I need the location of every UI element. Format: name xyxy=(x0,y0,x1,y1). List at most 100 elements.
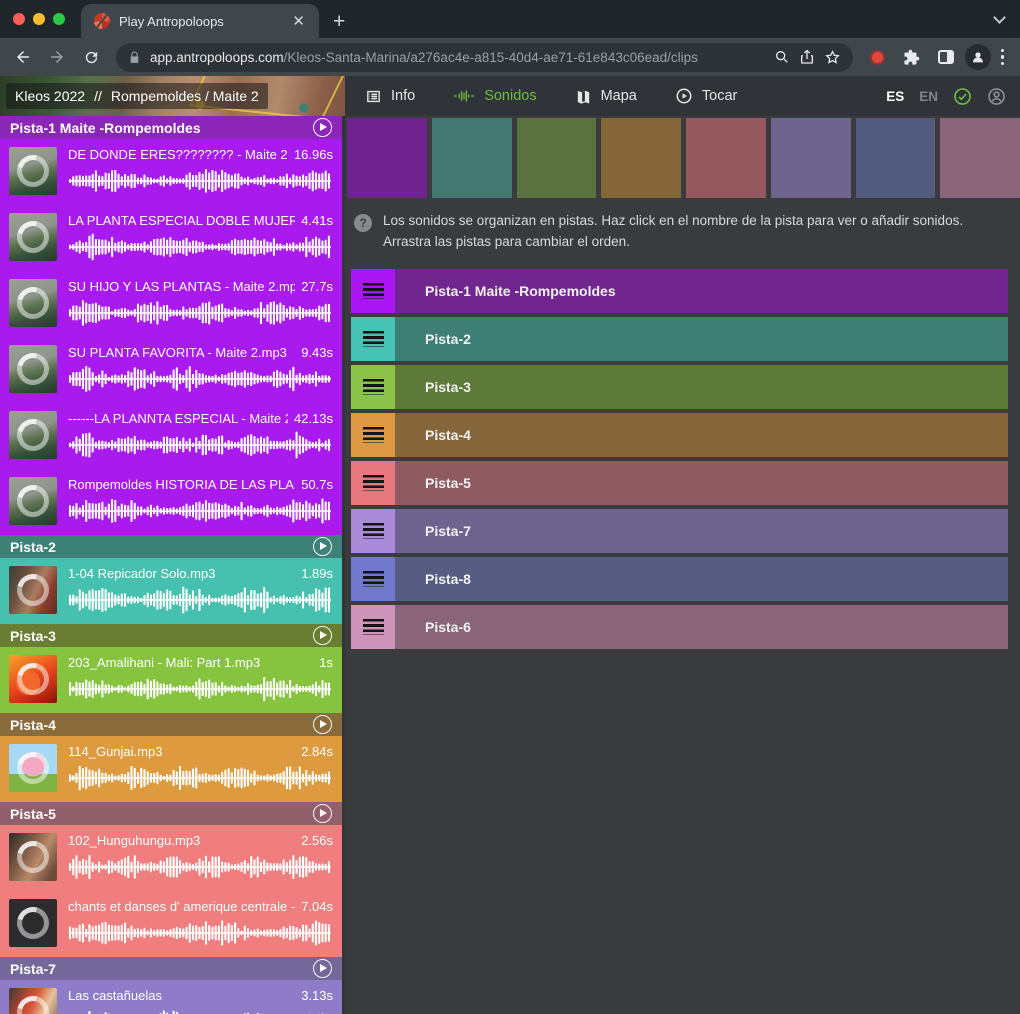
share-icon[interactable] xyxy=(799,49,815,65)
breadcrumb[interactable]: Kleos 2022 // Rompemoldes / Maite 2 xyxy=(6,83,268,109)
browser-profile-avatar[interactable] xyxy=(965,44,991,70)
track-play-button[interactable] xyxy=(313,118,332,137)
track-row[interactable]: Pista-4 xyxy=(351,413,1008,457)
track-drag-handle[interactable] xyxy=(351,317,395,361)
track-row[interactable]: Pista-5 xyxy=(351,461,1008,505)
back-arrow-icon xyxy=(14,48,32,66)
track-play-button[interactable] xyxy=(313,626,332,645)
bookmark-star-icon[interactable] xyxy=(824,49,841,66)
track-header[interactable]: Pista-7 xyxy=(0,957,342,980)
lang-en-button[interactable]: EN xyxy=(919,89,938,104)
audio-clip[interactable]: ------LA PLANNTA ESPECIAL - Maite 2.mp3 … xyxy=(0,403,342,469)
track-play-button[interactable] xyxy=(313,537,332,556)
nav-label-sonidos: Sonidos xyxy=(484,88,536,104)
reload-button[interactable] xyxy=(76,42,106,72)
track-header[interactable]: Pista-5 xyxy=(0,802,342,825)
track-drag-handle[interactable] xyxy=(351,269,395,313)
track-play-button[interactable] xyxy=(313,715,332,734)
sidebar-track: Pista-1 Maite -Rompemoldes DE DONDE ERES… xyxy=(0,116,342,535)
audio-clip[interactable]: 203_Amalihani - Mali: Part 1.mp3 1s xyxy=(0,647,342,713)
nav-item-tocar[interactable]: Tocar xyxy=(675,87,737,105)
browser-menu-button[interactable] xyxy=(995,49,1011,66)
tab-search-chevron-icon[interactable] xyxy=(993,11,1006,24)
lang-es-button[interactable]: ES xyxy=(886,89,904,104)
track-row-bar[interactable]: Pista-1 Maite -Rompemoldes xyxy=(395,269,1008,313)
track-color-swatch xyxy=(940,118,1020,198)
nav-item-mapa[interactable]: Mapa xyxy=(575,88,637,105)
track-row[interactable]: Pista-6 xyxy=(351,605,1008,649)
track-row[interactable]: Pista-3 xyxy=(351,365,1008,409)
track-row-bar[interactable]: Pista-2 xyxy=(395,317,1008,361)
audio-clip[interactable]: SU HIJO Y LAS PLANTAS - Maite 2.mp3 27.7… xyxy=(0,271,342,337)
audio-clip[interactable]: SU PLANTA FAVORITA - Maite 2.mp3 9.43s xyxy=(0,337,342,403)
track-row[interactable]: Pista-8 xyxy=(351,557,1008,601)
track-header[interactable]: Pista-3 xyxy=(0,624,342,647)
clip-waveform xyxy=(68,763,333,793)
track-name: Pista-2 xyxy=(10,539,56,555)
track-drag-handle[interactable] xyxy=(351,605,395,649)
track-drag-handle[interactable] xyxy=(351,557,395,601)
track-row-bar[interactable]: Pista-3 xyxy=(395,365,1008,409)
tab-title: Play Antropoloops xyxy=(119,14,279,29)
clip-thumbnail xyxy=(9,147,57,195)
track-header[interactable]: Pista-1 Maite -Rompemoldes xyxy=(0,116,342,139)
record-extension-button[interactable] xyxy=(863,42,893,72)
track-drag-handle[interactable] xyxy=(351,413,395,457)
track-header[interactable]: Pista-4 xyxy=(0,713,342,736)
track-play-button[interactable] xyxy=(313,959,332,978)
clip-waveform xyxy=(68,232,333,262)
nav-label-mapa: Mapa xyxy=(601,88,637,104)
breadcrumb-session[interactable]: Rompemoldes / Maite 2 xyxy=(111,88,259,104)
forward-button[interactable] xyxy=(42,42,72,72)
audio-clip[interactable]: chants et danses d' amerique centrale - … xyxy=(0,891,342,957)
browser-tab[interactable]: Play Antropoloops ✕ xyxy=(81,4,319,38)
app-header: Kleos 2022 // Rompemoldes / Maite 2 Info… xyxy=(0,76,1020,116)
audio-clip[interactable]: 114_Gunjai.mp3 2.84s xyxy=(0,736,342,802)
clip-duration: 4.41s xyxy=(301,213,333,229)
zoom-search-icon[interactable] xyxy=(774,49,790,65)
url-path: /Kleos-Santa-Marina/a276ac4e-a815-40d4-a… xyxy=(284,50,698,65)
breadcrumb-project[interactable]: Kleos 2022 xyxy=(15,88,85,104)
track-header[interactable]: Pista-2 xyxy=(0,535,342,558)
audio-clip[interactable]: LA PLANTA ESPECIAL DOBLE MUJER - Mai... … xyxy=(0,205,342,271)
app-nav: Info Sonidos Mapa Tocar xyxy=(345,76,886,116)
tab-close-icon[interactable]: ✕ xyxy=(288,12,309,31)
side-panel-button[interactable] xyxy=(931,42,961,72)
audio-clip[interactable]: 102_Hunguhungu.mp3 2.56s xyxy=(0,825,342,891)
track-row-bar[interactable]: Pista-7 xyxy=(395,509,1008,553)
back-button[interactable] xyxy=(8,42,38,72)
track-row-bar[interactable]: Pista-5 xyxy=(395,461,1008,505)
audio-clip[interactable]: 1-04 Repicador Solo.mp3 1.89s xyxy=(0,558,342,624)
track-drag-handle[interactable] xyxy=(351,461,395,505)
track-row-name: Pista-7 xyxy=(425,523,471,539)
new-tab-button[interactable]: + xyxy=(333,11,345,32)
clip-title: Las castañuelas xyxy=(68,988,162,1004)
clip-title: 102_Hunguhungu.mp3 xyxy=(68,833,200,849)
sync-check-icon[interactable] xyxy=(953,87,972,106)
track-row-bar[interactable]: Pista-8 xyxy=(395,557,1008,601)
minimize-window-button[interactable] xyxy=(33,13,45,25)
track-play-button[interactable] xyxy=(313,804,332,823)
track-name: Pista-4 xyxy=(10,717,56,733)
track-drag-handle[interactable] xyxy=(351,509,395,553)
track-row-bar[interactable]: Pista-4 xyxy=(395,413,1008,457)
track-drag-handle[interactable] xyxy=(351,365,395,409)
extensions-button[interactable] xyxy=(897,42,927,72)
clip-title: 203_Amalihani - Mali: Part 1.mp3 xyxy=(68,655,260,671)
track-row-bar[interactable]: Pista-6 xyxy=(395,605,1008,649)
track-row[interactable]: Pista-1 Maite -Rompemoldes xyxy=(351,269,1008,313)
track-row[interactable]: Pista-7 xyxy=(351,509,1008,553)
audio-clip[interactable]: Las castañuelas 3.13s xyxy=(0,980,342,1014)
clip-thumbnail xyxy=(9,988,57,1014)
track-row[interactable]: Pista-2 xyxy=(351,317,1008,361)
nav-item-sonidos[interactable]: Sonidos xyxy=(453,88,536,104)
address-bar[interactable]: app.antropoloops.com/Kleos-Santa-Marina/… xyxy=(116,43,853,72)
nav-item-info[interactable]: Info xyxy=(365,88,415,105)
nav-label-info: Info xyxy=(391,88,415,104)
fullscreen-window-button[interactable] xyxy=(53,13,65,25)
clip-meta: Rompemoldes HISTORIA DE LAS PLANTAS... 5… xyxy=(68,477,333,493)
close-window-button[interactable] xyxy=(13,13,25,25)
audio-clip[interactable]: DE DONDE ERES???????? - Maite 2.mp3 16.9… xyxy=(0,139,342,205)
account-icon[interactable] xyxy=(987,87,1006,106)
audio-clip[interactable]: Rompemoldes HISTORIA DE LAS PLANTAS... 5… xyxy=(0,469,342,535)
